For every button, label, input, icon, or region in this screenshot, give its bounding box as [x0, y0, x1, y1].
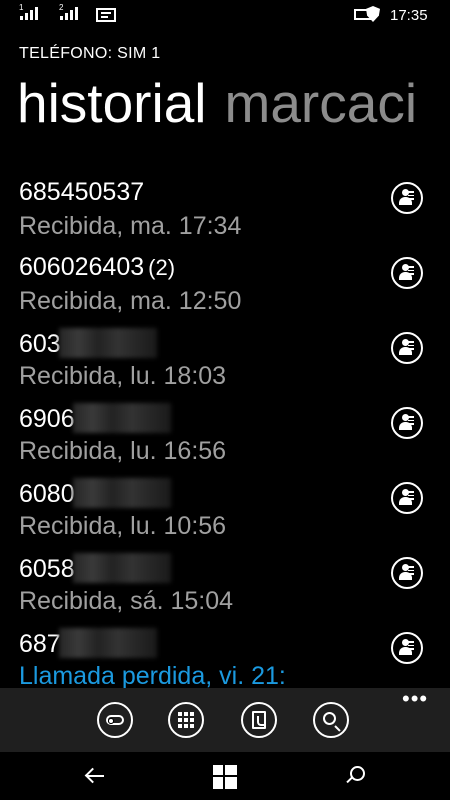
call-number-text: 6906	[19, 405, 75, 433]
voicemail-button[interactable]	[97, 702, 133, 738]
contact-card-button[interactable]	[391, 407, 423, 439]
call-item[interactable]: 6080 Recibida, lu. 10:56	[0, 478, 450, 553]
contact-card-button[interactable]	[391, 257, 423, 289]
status-bar: 1 2 17:35	[0, 0, 450, 32]
keypad-icon	[178, 712, 194, 728]
contact-card-button[interactable]	[391, 482, 423, 514]
redacted-digits	[72, 478, 171, 508]
app-title: TELÉFONO: SIM 1	[19, 45, 161, 62]
pivot-historial[interactable]: historial	[17, 72, 207, 134]
call-detail: Recibida, lu. 10:56	[19, 512, 227, 540]
call-item[interactable]: 606026403 (2) Recibida, ma. 12:50	[0, 253, 450, 328]
contact-card-button[interactable]	[391, 632, 423, 664]
call-number: 603	[19, 328, 157, 359]
call-history-list[interactable]: 685450537 Recibida, ma. 17:34 606026403 (2)…	[0, 178, 450, 692]
call-detail: Llamada perdida, vi. 21:	[19, 662, 286, 690]
call-number: 6906	[19, 403, 171, 434]
call-number-text: 6058	[19, 555, 75, 583]
redacted-digits	[58, 328, 157, 358]
call-number-text: 687	[19, 630, 61, 658]
call-detail: Recibida, sá. 15:04	[19, 587, 234, 615]
call-detail: Recibida, lu. 18:03	[19, 362, 227, 390]
call-number-text: 685450537	[19, 178, 145, 206]
status-time: 17:35	[390, 7, 428, 24]
signal-sim2-icon: 2	[59, 3, 78, 20]
call-item[interactable]: 6906 Recibida, lu. 16:56	[0, 403, 450, 478]
call-number-text: 606026403	[19, 253, 145, 281]
redacted-digits	[58, 628, 157, 658]
back-icon[interactable]	[84, 764, 108, 788]
app-bar: •••	[0, 688, 450, 752]
message-icon	[96, 8, 116, 22]
call-number: 606026403 (2)	[19, 253, 175, 282]
pivot-marcacion[interactable]: marcaci	[225, 72, 418, 134]
call-number: 685450537	[19, 178, 144, 207]
contact-card-button[interactable]	[391, 332, 423, 364]
call-number-text: 603	[19, 330, 61, 358]
phonebook-icon	[252, 711, 266, 729]
keypad-button[interactable]	[168, 702, 204, 738]
call-detail: Recibida, ma. 17:34	[19, 212, 242, 240]
redacted-digits	[72, 403, 171, 433]
call-count: (2)	[148, 255, 176, 280]
call-number-text: 6080	[19, 480, 75, 508]
signal-sim1-icon: 1	[19, 3, 38, 20]
call-item[interactable]: 6058 Recibida, sá. 15:04	[0, 553, 450, 628]
phonebook-button[interactable]	[241, 702, 277, 738]
call-detail: Recibida, ma. 12:50	[19, 287, 242, 315]
call-item[interactable]: 687 Llamada perdida, vi. 21:	[0, 628, 450, 692]
contact-card-button[interactable]	[391, 182, 423, 214]
search-icon	[323, 712, 336, 725]
navigation-bar	[0, 752, 450, 800]
search-button[interactable]	[313, 702, 349, 738]
voicemail-icon	[106, 715, 124, 725]
call-item[interactable]: 685450537 Recibida, ma. 17:34	[0, 178, 450, 253]
call-number: 6080	[19, 478, 171, 509]
nav-search-icon[interactable]	[345, 766, 365, 786]
windows-start-icon[interactable]	[213, 765, 237, 789]
call-number: 687	[19, 628, 157, 659]
contact-card-button[interactable]	[391, 557, 423, 589]
call-detail: Recibida, lu. 16:56	[19, 437, 227, 465]
call-item[interactable]: 603 Recibida, lu. 18:03	[0, 328, 450, 403]
more-options-button[interactable]: •••	[402, 688, 428, 710]
call-number: 6058	[19, 553, 171, 584]
pivot-header: historial marcaci	[17, 70, 417, 136]
redacted-digits	[72, 553, 171, 583]
